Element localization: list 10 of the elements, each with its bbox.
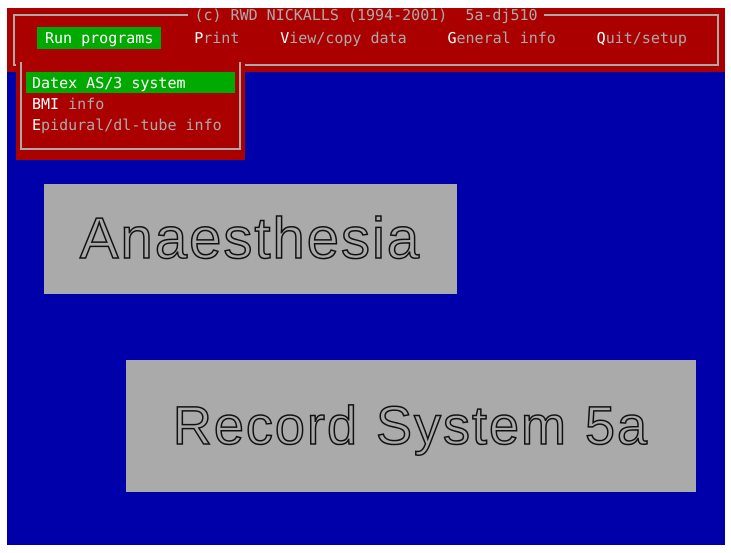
banner-text: Record System 5a bbox=[172, 394, 650, 458]
menu-item[interactable]: View/copy data bbox=[272, 27, 415, 49]
banner-text: Anaesthesia bbox=[80, 205, 422, 274]
menu-item[interactable]: Print bbox=[186, 27, 248, 49]
menu-item[interactable]: Quit/setup bbox=[588, 27, 695, 49]
copyright-title: (c) RWD NICKALLS (1994-2001) bbox=[194, 8, 448, 22]
dropdown-item[interactable]: Epidural/dl-tube info bbox=[26, 114, 235, 135]
dropdown-item[interactable]: BMI info bbox=[26, 93, 235, 114]
version-label: 5a-dj510 bbox=[465, 8, 538, 22]
menu-item[interactable]: General info bbox=[439, 27, 564, 49]
